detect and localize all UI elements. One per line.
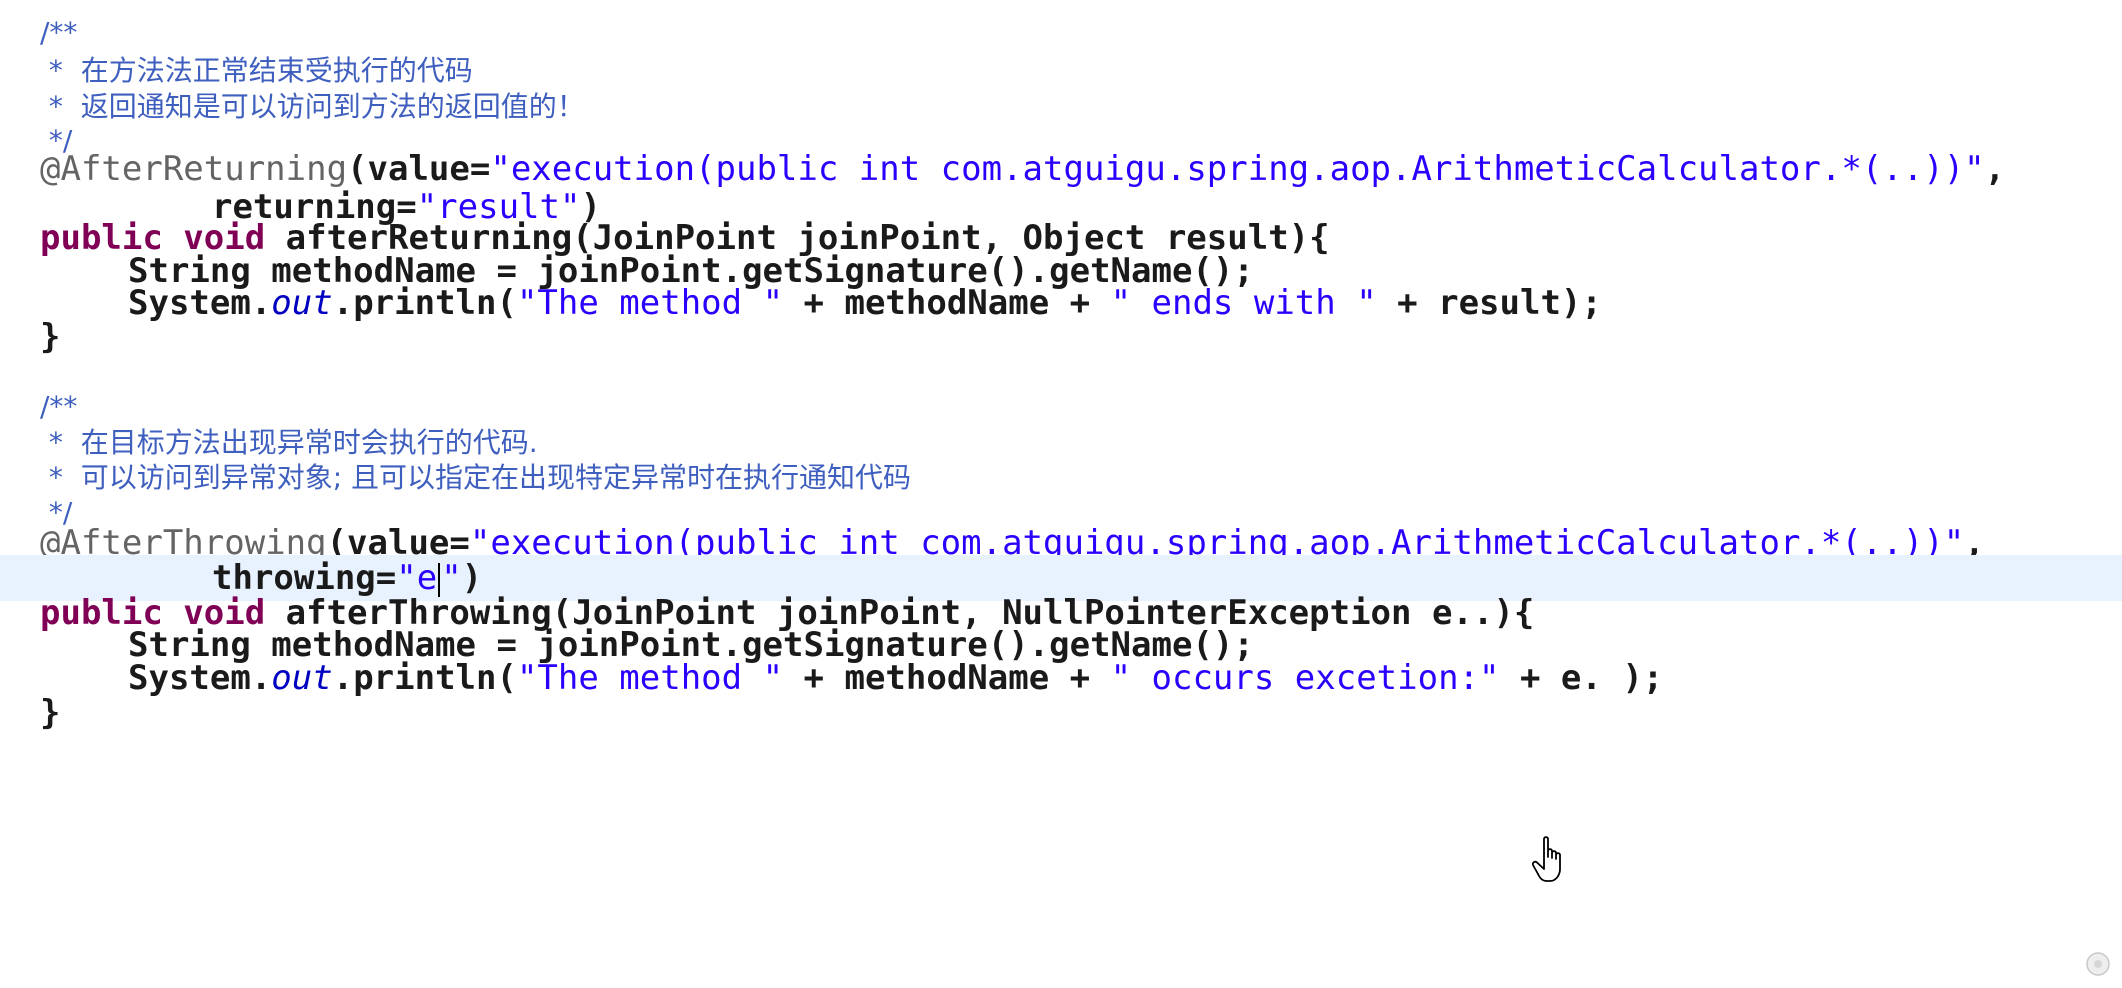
code-text: } <box>40 693 61 733</box>
corner-mark-icon <box>2086 952 2110 976</box>
code-text: (value= <box>347 149 491 189</box>
comment-text: /** <box>40 390 78 423</box>
hand-pointer-icon <box>1532 836 1561 882</box>
code-line[interactable]: } <box>0 690 2122 736</box>
comment-text: * 在方法法正常结束受执行的代码 <box>40 54 473 87</box>
code-editor[interactable]: /** * 在方法法正常结束受执行的代码 * 返回通知是可以访问到方法的返回值的… <box>0 0 2122 988</box>
string-literal: "execution(public int com.atguigu.spring… <box>490 149 1985 189</box>
code-text: , <box>1984 149 2006 189</box>
annotation-token: @AfterReturning <box>40 149 348 189</box>
code-text: } <box>40 317 61 357</box>
comment-text: /** <box>40 16 78 49</box>
